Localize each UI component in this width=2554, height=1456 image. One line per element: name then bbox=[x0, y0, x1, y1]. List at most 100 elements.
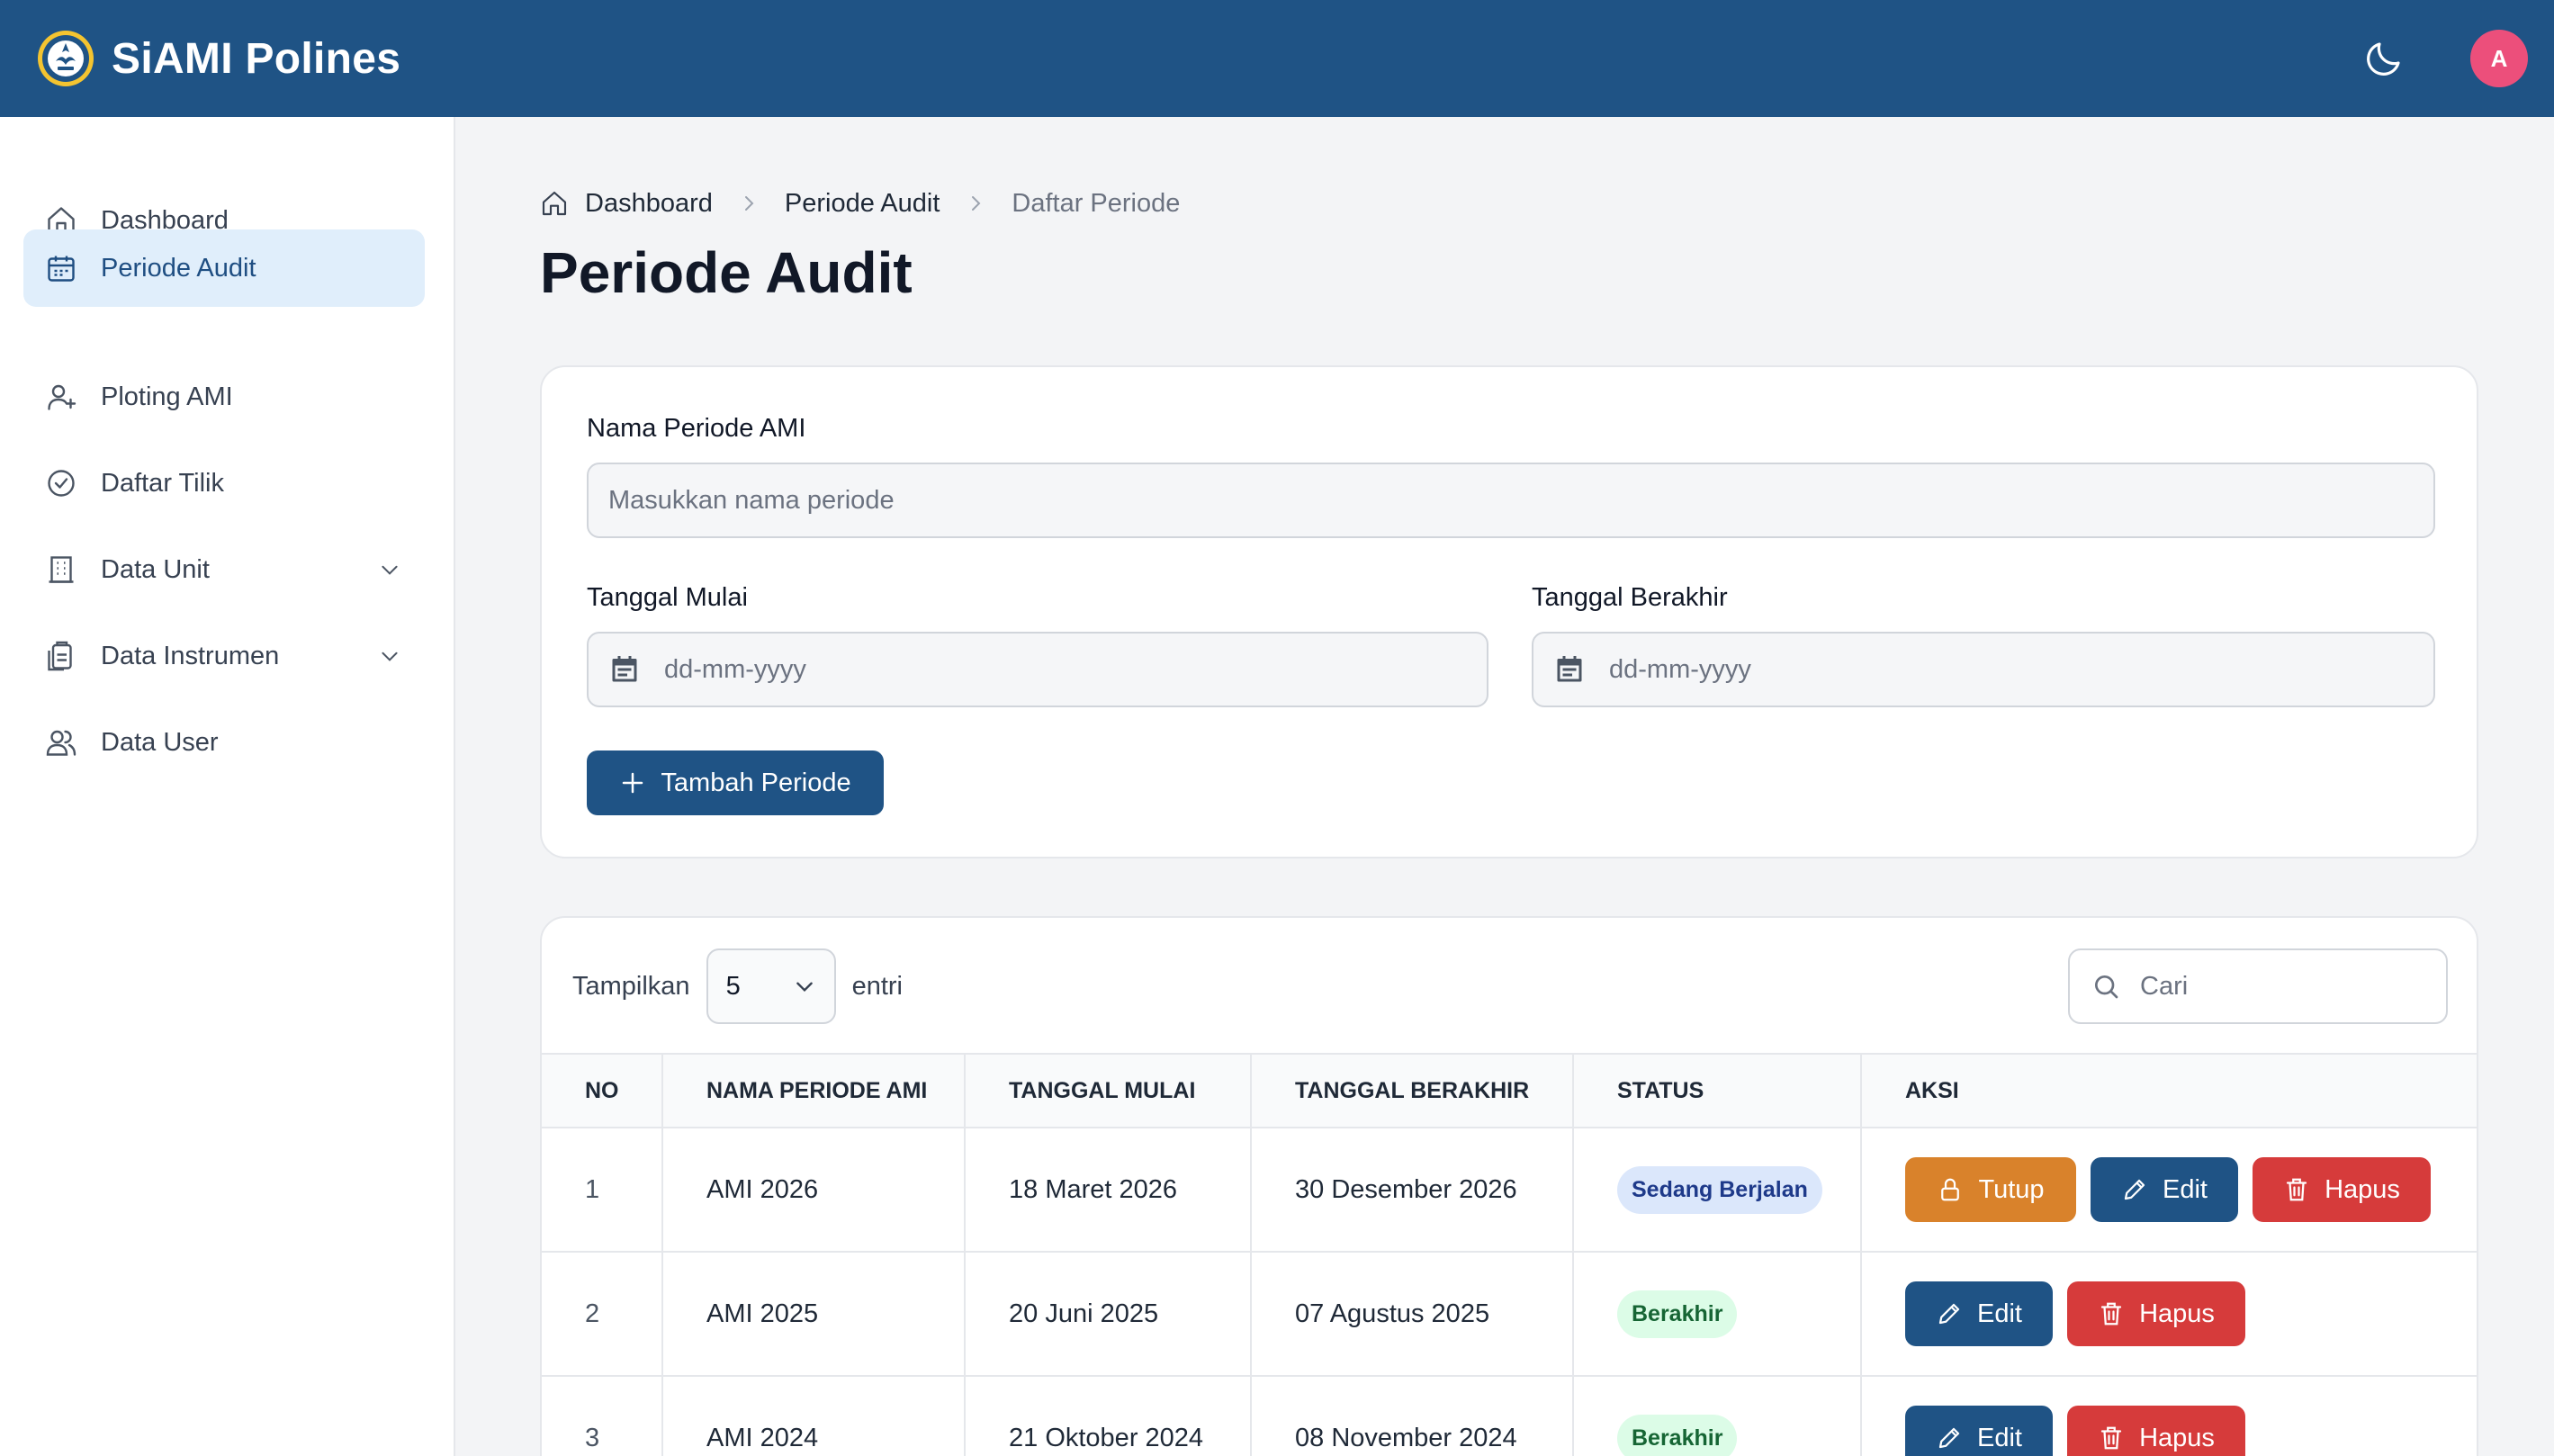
delete-button[interactable]: Hapus bbox=[2067, 1281, 2245, 1346]
delete-button[interactable]: Hapus bbox=[2253, 1157, 2431, 1222]
page-size-value: 5 bbox=[725, 971, 741, 1001]
cell-actions: Edit Hapus bbox=[1861, 1251, 2477, 1377]
column-header-name: NAMA PERIODE AMI bbox=[662, 1053, 966, 1128]
calendar-icon bbox=[48, 256, 75, 282]
table-row: 3 AMI 2024 21 Oktober 2024 08 November 2… bbox=[542, 1375, 2477, 1456]
breadcrumb-link-dashboard[interactable]: Dashboard bbox=[585, 189, 713, 219]
search-input[interactable]: Cari bbox=[2068, 948, 2448, 1024]
app-title: SiAMI Polines bbox=[112, 34, 401, 83]
period-name-label: Nama Periode AMI bbox=[587, 414, 806, 443]
chevron-down-icon bbox=[382, 652, 398, 661]
brand[interactable]: SiAMI Polines bbox=[36, 29, 400, 88]
column-header-actions: AKSI bbox=[1861, 1053, 2477, 1128]
edit-button-label: Edit bbox=[1977, 1299, 2022, 1328]
close-period-button[interactable]: Tutup bbox=[1905, 1157, 2076, 1222]
home-icon bbox=[542, 191, 567, 216]
period-name-input[interactable]: Masukkan nama periode bbox=[587, 463, 2435, 538]
user-avatar[interactable]: A bbox=[2470, 30, 2528, 87]
trash-icon bbox=[2100, 1426, 2122, 1450]
clipboard-icon bbox=[48, 641, 72, 671]
edit-button[interactable]: Edit bbox=[2091, 1157, 2238, 1222]
breadcrumb-link-periode-audit[interactable]: Periode Audit bbox=[785, 189, 940, 219]
delete-button-label: Hapus bbox=[2139, 1299, 2215, 1328]
top-header: SiAMI Polines A bbox=[0, 0, 2554, 117]
breadcrumb-current: Daftar Periode bbox=[1012, 188, 1181, 218]
sidebar-item-daftar-tilik[interactable]: Daftar Tilik bbox=[23, 445, 425, 522]
sidebar-item-data-instrumen[interactable]: Data Instrumen bbox=[23, 617, 425, 695]
user-plus-icon bbox=[48, 384, 76, 410]
delete-button[interactable]: Hapus bbox=[2067, 1406, 2245, 1456]
edit-button-label: Edit bbox=[1977, 1423, 2022, 1452]
end-date-input[interactable]: dd-mm-yyyy bbox=[1532, 632, 2435, 707]
close-button-label: Tutup bbox=[1978, 1174, 2045, 1204]
edit-button-label: Edit bbox=[2163, 1174, 2208, 1204]
calendar-icon bbox=[1557, 656, 1582, 682]
dark-mode-toggle-icon[interactable] bbox=[2362, 37, 2406, 80]
trash-icon bbox=[2100, 1302, 2122, 1326]
edit-button[interactable]: Edit bbox=[1905, 1281, 2053, 1346]
sidebar-item-label: Data User bbox=[101, 727, 219, 757]
cell-start-date: 20 Juni 2025 bbox=[965, 1251, 1252, 1377]
calendar-icon bbox=[612, 656, 637, 682]
lock-icon bbox=[1941, 1178, 1960, 1201]
users-icon bbox=[46, 730, 76, 756]
plus-icon bbox=[623, 772, 643, 794]
building-icon bbox=[49, 556, 74, 583]
cell-actions: Tutup Edit Hapus bbox=[1861, 1127, 2477, 1253]
end-date-placeholder: dd-mm-yyyy bbox=[1609, 654, 1751, 684]
sidebar-item-periode-audit[interactable]: Periode Audit bbox=[23, 229, 425, 307]
column-header-status: STATUS bbox=[1573, 1053, 1862, 1128]
cell-no: 3 bbox=[542, 1375, 663, 1456]
cell-name: AMI 2025 bbox=[662, 1251, 966, 1377]
start-date-placeholder: dd-mm-yyyy bbox=[664, 654, 806, 684]
cell-name: AMI 2024 bbox=[662, 1375, 966, 1456]
column-header-no: NO bbox=[542, 1053, 663, 1128]
end-date-label: Tanggal Berakhir bbox=[1532, 583, 1728, 612]
page-title: Periode Audit bbox=[540, 240, 913, 305]
add-period-form: Nama Periode AMI Masukkan nama periode T… bbox=[540, 365, 2478, 858]
pencil-icon bbox=[1938, 1303, 1960, 1325]
chevron-right-icon bbox=[744, 196, 754, 211]
cell-end-date: 30 Desember 2026 bbox=[1251, 1127, 1574, 1253]
page-size-select[interactable]: 5 bbox=[706, 948, 836, 1024]
add-period-button-label: Tambah Periode bbox=[661, 768, 851, 797]
cell-end-date: 07 Agustus 2025 bbox=[1251, 1251, 1574, 1377]
table-row: 1 AMI 2026 18 Maret 2026 30 Desember 202… bbox=[542, 1127, 2477, 1253]
table-row: 2 AMI 2025 20 Juni 2025 07 Agustus 2025 … bbox=[542, 1251, 2477, 1377]
period-name-placeholder: Masukkan nama periode bbox=[608, 485, 895, 515]
sidebar-item-data-user[interactable]: Data User bbox=[23, 704, 425, 781]
cell-status: Berakhir bbox=[1573, 1375, 1862, 1456]
pencil-icon bbox=[1938, 1427, 1960, 1449]
sidebar-item-label: Daftar Tilik bbox=[101, 468, 224, 498]
delete-button-label: Hapus bbox=[2325, 1174, 2400, 1204]
edit-button[interactable]: Edit bbox=[1905, 1406, 2053, 1456]
show-label: Tampilkan bbox=[572, 971, 690, 1001]
status-badge: Berakhir bbox=[1617, 1290, 1738, 1338]
chevron-down-icon bbox=[796, 982, 813, 993]
chevron-right-icon bbox=[972, 196, 981, 211]
add-period-button[interactable]: Tambah Periode bbox=[587, 750, 884, 815]
column-header-start: TANGGAL MULAI bbox=[965, 1053, 1252, 1128]
start-date-label: Tanggal Mulai bbox=[587, 583, 748, 612]
sidebar-item-ploting-ami[interactable]: Ploting AMI bbox=[23, 358, 425, 436]
pencil-icon bbox=[2124, 1179, 2145, 1200]
status-badge: Sedang Berjalan bbox=[1617, 1165, 1822, 1214]
period-table-card: Tampilkan 5 entri Cari NO NAMA PERIODE A… bbox=[540, 916, 2478, 1456]
trash-icon bbox=[2286, 1178, 2307, 1201]
cell-start-date: 18 Maret 2026 bbox=[965, 1127, 1252, 1253]
sidebar-item-label: Data Instrumen bbox=[101, 641, 280, 670]
cell-name: AMI 2026 bbox=[662, 1127, 966, 1253]
cell-end-date: 08 November 2024 bbox=[1251, 1375, 1574, 1456]
chevron-down-icon bbox=[382, 565, 398, 575]
status-badge: Berakhir bbox=[1617, 1414, 1738, 1456]
start-date-input[interactable]: dd-mm-yyyy bbox=[587, 632, 1488, 707]
sidebar: Dashboard Periode Audit Ploting AMI Daft… bbox=[0, 117, 455, 1456]
cell-start-date: 21 Oktober 2024 bbox=[965, 1375, 1252, 1456]
table-header-row: NO NAMA PERIODE AMI TANGGAL MULAI TANGGA… bbox=[542, 1053, 2477, 1128]
sidebar-item-label: Ploting AMI bbox=[101, 382, 233, 411]
cell-no: 1 bbox=[542, 1127, 663, 1253]
cell-no: 2 bbox=[542, 1251, 663, 1377]
breadcrumb: Dashboard Periode Audit Daftar Periode bbox=[540, 184, 1180, 223]
column-header-end: TANGGAL BERAKHIR bbox=[1251, 1053, 1574, 1128]
sidebar-item-data-unit[interactable]: Data Unit bbox=[23, 531, 425, 608]
